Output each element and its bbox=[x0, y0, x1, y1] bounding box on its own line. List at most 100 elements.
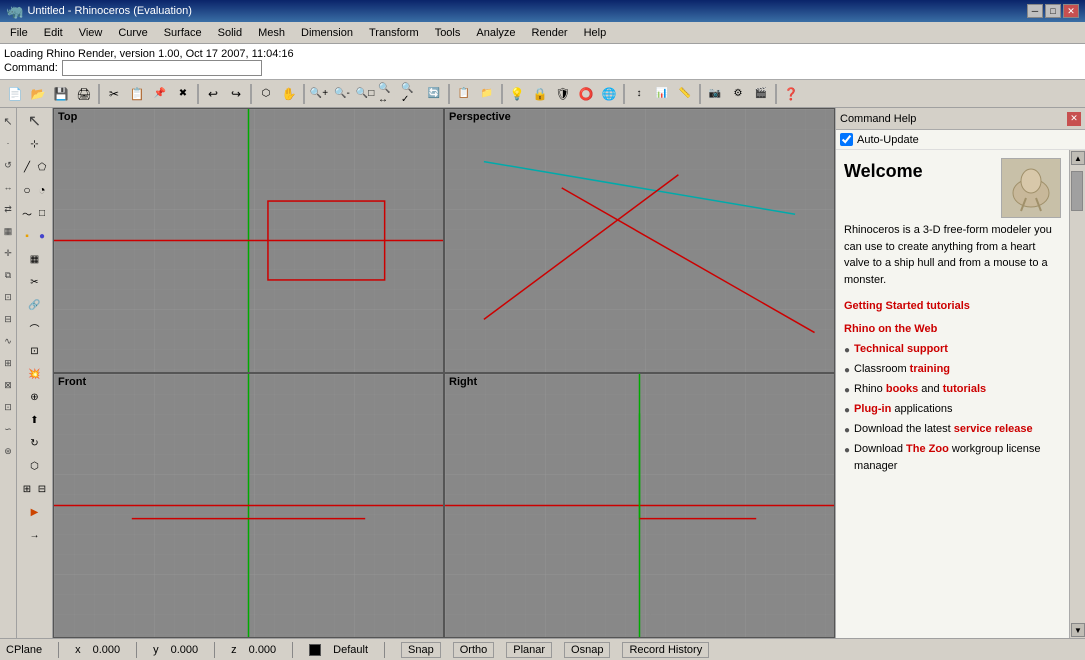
point-btn[interactable]: ⊹ bbox=[20, 133, 50, 155]
camera-button[interactable]: 📷 bbox=[704, 83, 726, 105]
delete-button[interactable]: ✖ bbox=[172, 83, 194, 105]
layers-button[interactable]: 📁 bbox=[476, 83, 498, 105]
analysis-button[interactable]: 📊 bbox=[651, 83, 673, 105]
mesh-btn[interactable]: ▦ bbox=[20, 248, 50, 270]
flow-tool[interactable]: ∽ bbox=[1, 418, 15, 440]
polyline-btn[interactable]: ⬠ bbox=[35, 156, 49, 178]
join-btn[interactable]: 🔗 bbox=[20, 294, 50, 316]
sweep-btn[interactable]: ⬡ bbox=[20, 455, 50, 477]
box-btn[interactable]: ▪ bbox=[20, 225, 34, 247]
zoom-selected-button[interactable]: 🔍✓ bbox=[400, 83, 422, 105]
menu-transform[interactable]: Transform bbox=[361, 25, 427, 41]
menu-view[interactable]: View bbox=[71, 25, 111, 41]
training-link[interactable]: training bbox=[910, 363, 950, 375]
cut-button[interactable]: ✂ bbox=[103, 83, 125, 105]
extrude-btn[interactable]: ⬆ bbox=[20, 409, 50, 431]
paste-button[interactable]: 📌 bbox=[149, 83, 171, 105]
plugin-link[interactable]: Plug-in bbox=[854, 403, 891, 415]
menu-file[interactable]: File bbox=[2, 25, 36, 41]
copy-transform-tool[interactable]: ⧉ bbox=[1, 264, 15, 286]
help-button[interactable]: ❓ bbox=[780, 83, 802, 105]
light-button[interactable]: 💡 bbox=[506, 83, 528, 105]
cplane-btn[interactable]: ⊟ bbox=[35, 478, 49, 500]
point-tool[interactable]: · bbox=[1, 132, 15, 154]
align-tool[interactable]: ⊟ bbox=[1, 308, 15, 330]
command-help-close-button[interactable]: ✕ bbox=[1067, 112, 1081, 126]
copy-button[interactable]: 📋 bbox=[126, 83, 148, 105]
menu-analyze[interactable]: Analyze bbox=[468, 25, 523, 41]
fillet-btn[interactable]: ⌒ bbox=[20, 317, 50, 339]
menu-render[interactable]: Render bbox=[524, 25, 576, 41]
command-input[interactable] bbox=[62, 60, 262, 76]
revolve-btn[interactable]: ↻ bbox=[20, 432, 50, 454]
smash-tool[interactable]: ⊞ bbox=[1, 352, 15, 374]
move-tool[interactable]: ✛ bbox=[1, 242, 15, 264]
save-button[interactable]: 💾 bbox=[50, 83, 72, 105]
technical-support-link[interactable]: Technical support bbox=[854, 343, 948, 355]
zoom-extents-button[interactable]: 🔍↔ bbox=[377, 83, 399, 105]
line-btn[interactable]: ╱ bbox=[20, 156, 34, 178]
arc-btn[interactable]: ◔ bbox=[35, 179, 49, 201]
menu-edit[interactable]: Edit bbox=[36, 25, 71, 41]
osnap-button[interactable]: Osnap bbox=[564, 642, 610, 658]
viewport-right[interactable]: Right y bbox=[444, 373, 835, 638]
viewport-perspective[interactable]: Perspective x y bbox=[444, 108, 835, 373]
material-button[interactable]: ⭕ bbox=[575, 83, 597, 105]
surface-btn[interactable]: □ bbox=[35, 202, 49, 224]
scroll-down-button[interactable]: ▼ bbox=[1071, 623, 1085, 637]
zoom-out-button[interactable]: 🔍- bbox=[331, 83, 353, 105]
open-button[interactable]: 📂 bbox=[27, 83, 49, 105]
ortho-button[interactable]: Ortho bbox=[453, 642, 495, 658]
getting-started-link[interactable]: Getting Started tutorials bbox=[844, 300, 970, 312]
new-button[interactable]: 📄 bbox=[4, 83, 26, 105]
rhino-web-link[interactable]: Rhino on the Web bbox=[844, 323, 937, 335]
menu-dimension[interactable]: Dimension bbox=[293, 25, 361, 41]
scale-tool[interactable]: ↔ bbox=[1, 176, 15, 198]
globe-button[interactable]: 🌐 bbox=[598, 83, 620, 105]
snap-button[interactable]: ↕ bbox=[628, 83, 650, 105]
menu-solid[interactable]: Solid bbox=[210, 25, 250, 41]
properties-button[interactable]: 📋 bbox=[453, 83, 475, 105]
zoo-link[interactable]: The Zoo bbox=[906, 443, 949, 455]
redo-button[interactable]: ↪ bbox=[225, 83, 247, 105]
viewport-top[interactable]: Top x bbox=[53, 108, 444, 373]
planar-button[interactable]: Planar bbox=[506, 642, 552, 658]
twist-tool[interactable]: ∿ bbox=[1, 330, 15, 352]
offset-btn[interactable]: ⊡ bbox=[20, 340, 50, 362]
mirror-tool[interactable]: ⇄ bbox=[1, 198, 15, 220]
snap-button[interactable]: Snap bbox=[401, 642, 441, 658]
menu-help[interactable]: Help bbox=[576, 25, 615, 41]
sphere-btn[interactable]: ● bbox=[35, 225, 49, 247]
zoom-window-button[interactable]: 🔍□ bbox=[354, 83, 376, 105]
menu-surface[interactable]: Surface bbox=[156, 25, 210, 41]
record-btn[interactable]: ▶ bbox=[20, 501, 50, 523]
render-button[interactable]: 🎬 bbox=[750, 83, 772, 105]
menu-curve[interactable]: Curve bbox=[110, 25, 155, 41]
maelstrom-tool[interactable]: ⊛ bbox=[1, 440, 15, 462]
viewport-front[interactable]: Front x z bbox=[53, 373, 444, 638]
books-link[interactable]: books bbox=[886, 383, 918, 395]
snap-grid-btn[interactable]: ⊞ bbox=[20, 478, 34, 500]
dimension-button[interactable]: 📏 bbox=[674, 83, 696, 105]
project-tool[interactable]: ⊠ bbox=[1, 374, 15, 396]
render-preview-button[interactable]: 🛡 bbox=[552, 83, 574, 105]
boolean-btn[interactable]: ⊕ bbox=[20, 386, 50, 408]
help-scrollbar[interactable]: ▲ ▼ bbox=[1069, 150, 1085, 638]
zoom-in-button[interactable]: 🔍+ bbox=[308, 83, 330, 105]
menu-tools[interactable]: Tools bbox=[427, 25, 469, 41]
menu-mesh[interactable]: Mesh bbox=[250, 25, 293, 41]
arrow-btn[interactable]: → bbox=[20, 524, 50, 546]
tutorials-link[interactable]: tutorials bbox=[943, 383, 986, 395]
scroll-up-button[interactable]: ▲ bbox=[1071, 151, 1085, 165]
freeform-btn[interactable]: 〜 bbox=[20, 202, 34, 224]
maximize-button[interactable]: □ bbox=[1045, 4, 1061, 18]
array-tool[interactable]: ▦ bbox=[1, 220, 15, 242]
select-button[interactable]: ⬡ bbox=[255, 83, 277, 105]
selection-tool[interactable]: ↖ bbox=[1, 110, 15, 132]
orient-tool[interactable]: ⊡ bbox=[1, 286, 15, 308]
close-button[interactable]: ✕ bbox=[1063, 4, 1079, 18]
service-release-link[interactable]: service release bbox=[954, 423, 1033, 435]
scroll-thumb[interactable] bbox=[1071, 171, 1083, 211]
explode-btn[interactable]: 💥 bbox=[20, 363, 50, 385]
undo-button[interactable]: ↩ bbox=[202, 83, 224, 105]
